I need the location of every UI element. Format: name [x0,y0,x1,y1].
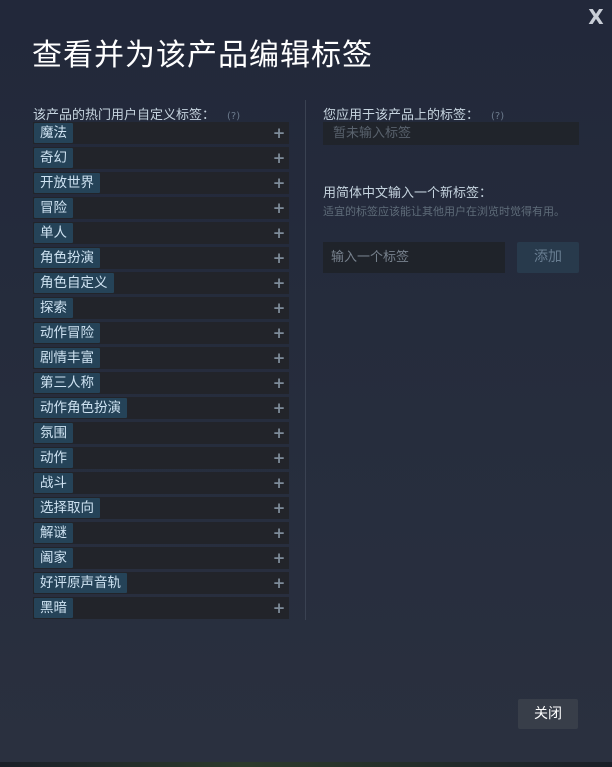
tag-pill[interactable]: 动作 [34,448,73,468]
tag-row[interactable]: 解谜 + [33,522,289,544]
add-tag-plus-icon[interactable]: + [272,247,286,269]
tag-pill[interactable]: 战斗 [34,473,73,493]
add-tag-plus-icon[interactable]: + [272,322,286,344]
tag-pill[interactable]: 氛围 [34,423,73,443]
column-divider [305,100,306,620]
tag-row[interactable]: 战斗 + [33,472,289,494]
tag-pill[interactable]: 解谜 [34,523,73,543]
tag-row[interactable]: 黑暗 + [33,597,289,619]
tag-pill[interactable]: 魔法 [34,123,73,143]
tag-pill[interactable]: 动作冒险 [34,323,100,343]
tag-row[interactable]: 单人 + [33,222,289,244]
tag-pill[interactable]: 好评原声音轨 [34,573,127,593]
applied-tags-label-text: 您应用于该产品上的标签： [323,108,480,123]
tag-row[interactable]: 剧情丰富 + [33,347,289,369]
bottom-strip [0,762,612,767]
add-tag-plus-icon[interactable]: + [272,447,286,469]
add-tag-plus-icon[interactable]: + [272,522,286,544]
close-button[interactable]: 关闭 [518,699,578,729]
applied-tags-label: 您应用于该产品上的标签： (?) [323,104,504,123]
tag-pill[interactable]: 动作角色扮演 [34,398,127,418]
add-tag-plus-icon[interactable]: + [272,472,286,494]
add-tag-plus-icon[interactable]: + [272,422,286,444]
tag-pill[interactable]: 开放世界 [34,173,100,193]
tag-row[interactable]: 动作 + [33,447,289,469]
new-tag-label: 用简体中文输入一个新标签： [323,186,493,201]
add-tag-plus-icon[interactable]: + [272,147,286,169]
add-tag-plus-icon[interactable]: + [272,572,286,594]
tag-pill[interactable]: 奇幻 [34,148,73,168]
popular-tags-label-text: 该产品的热门用户自定义标签： [33,108,216,123]
tag-pill[interactable]: 角色自定义 [34,273,114,293]
tag-pill[interactable]: 探索 [34,298,73,318]
add-tag-plus-icon[interactable]: + [272,272,286,294]
tag-pill[interactable]: 单人 [34,223,73,243]
dialog-title: 查看并为该产品编辑标签 [32,38,373,73]
add-tag-plus-icon[interactable]: + [272,122,286,144]
add-tag-plus-icon[interactable]: + [272,497,286,519]
popular-tags-list: 魔法 + 奇幻 + 开放世界 + 冒险 + 单人 + 角色扮演 + 角色自定义 + 探索 + 动作冒险 + 剧情丰富… [33,122,289,622]
new-tag-hint: 适宜的标签应该能让其他用户在浏览时觉得有用。 [323,205,565,218]
tag-pill[interactable]: 选择取向 [34,498,100,518]
close-icon[interactable]: X [586,6,606,28]
add-tag-plus-icon[interactable]: + [272,172,286,194]
tag-pill[interactable]: 阖家 [34,548,73,568]
tag-row[interactable]: 第三人称 + [33,372,289,394]
tag-pill[interactable]: 黑暗 [34,598,73,618]
tag-row[interactable]: 角色自定义 + [33,272,289,294]
tag-pill[interactable]: 第三人称 [34,373,100,393]
add-tag-plus-icon[interactable]: + [272,197,286,219]
applied-tags-help-icon[interactable]: (?) [491,111,504,122]
tag-row[interactable]: 好评原声音轨 + [33,572,289,594]
add-tag-plus-icon[interactable]: + [272,372,286,394]
tag-row[interactable]: 动作角色扮演 + [33,397,289,419]
tag-row[interactable]: 选择取向 + [33,497,289,519]
tag-row[interactable]: 氛围 + [33,422,289,444]
tag-pill[interactable]: 角色扮演 [34,248,100,268]
add-tag-plus-icon[interactable]: + [272,347,286,369]
tag-row[interactable]: 角色扮演 + [33,247,289,269]
add-tag-plus-icon[interactable]: + [272,547,286,569]
tag-pill[interactable]: 冒险 [34,198,73,218]
tag-row[interactable]: 奇幻 + [33,147,289,169]
tag-row[interactable]: 开放世界 + [33,172,289,194]
tag-row[interactable]: 探索 + [33,297,289,319]
tag-pill[interactable]: 剧情丰富 [34,348,100,368]
tag-row[interactable]: 魔法 + [33,122,289,144]
popular-tags-label: 该产品的热门用户自定义标签： (?) [33,104,240,123]
applied-tags-box: 暂未输入标签 [323,122,579,145]
add-tag-plus-icon[interactable]: + [272,597,286,619]
add-tag-plus-icon[interactable]: + [272,397,286,419]
tag-row[interactable]: 阖家 + [33,547,289,569]
popular-tags-help-icon[interactable]: (?) [227,111,240,122]
add-tag-plus-icon[interactable]: + [272,222,286,244]
tag-row[interactable]: 动作冒险 + [33,322,289,344]
add-tag-plus-icon[interactable]: + [272,297,286,319]
new-tag-input[interactable] [323,242,505,273]
add-tag-button[interactable]: 添加 [517,242,579,273]
tag-row[interactable]: 冒险 + [33,197,289,219]
